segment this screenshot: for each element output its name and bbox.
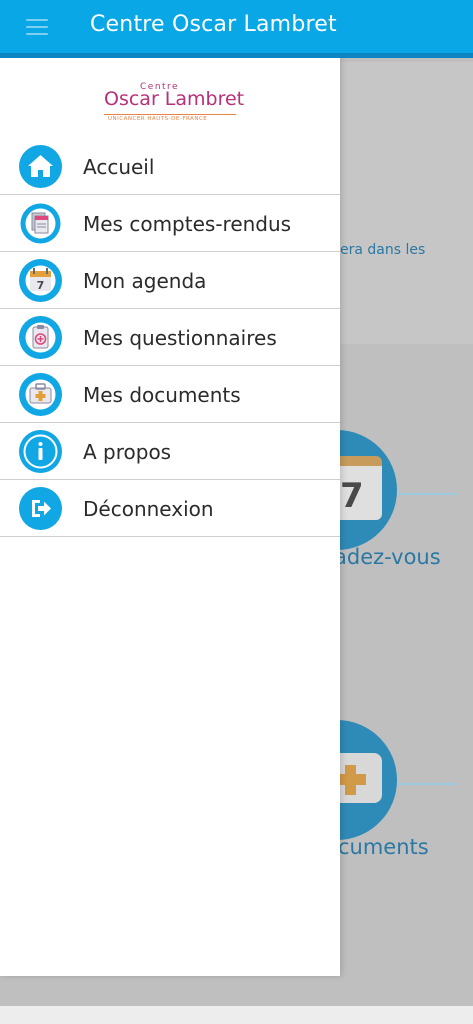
menu-item-label: Mes documents: [83, 383, 241, 407]
menu-item-label: Mes questionnaires: [83, 326, 277, 350]
logo-main-text: Oscar Lambret: [104, 88, 245, 110]
menu-item-label: Mes comptes-rendus: [83, 212, 292, 236]
background-documents-label: cuments: [338, 835, 429, 859]
menu-item-documents[interactable]: Mes documents: [0, 366, 340, 423]
calendar-icon: 7: [19, 259, 62, 302]
background-calendar-day: 7: [340, 476, 364, 516]
logout-icon: [19, 487, 62, 530]
calendar-day: 7: [37, 279, 45, 292]
menu-item-label: A propos: [83, 440, 172, 464]
system-navigation-bar: [0, 1006, 473, 1024]
background-text: era dans les: [340, 242, 426, 258]
menu-item-a-propos[interactable]: A propos: [0, 423, 340, 480]
menu-item-comptes-rendus[interactable]: Mes comptes-rendus: [0, 195, 340, 252]
questionnaire-icon: [19, 316, 62, 359]
app-bar: Centre Oscar Lambret: [0, 0, 473, 53]
home-icon: [19, 145, 62, 188]
background-divider: [397, 783, 457, 785]
documents-icon: [19, 373, 62, 416]
menu-item-accueil[interactable]: Accueil: [0, 138, 340, 195]
menu-item-label: Déconnexion: [83, 497, 214, 521]
app-bar-strip: [0, 53, 473, 58]
app-title: Centre Oscar Lambret: [90, 12, 337, 37]
logo-sub-text: UNICANCER HAUTS-DE-FRANCE: [108, 116, 208, 122]
reports-icon: [19, 202, 62, 245]
drawer-menu: Accueil Mes comptes-rendus 7 Mon agenda …: [0, 138, 340, 537]
menu-icon[interactable]: [26, 19, 48, 35]
logo: Centre Oscar Lambret UNICANCER HAUTS-DE-…: [100, 82, 244, 128]
menu-item-questionnaires[interactable]: Mes questionnaires: [0, 309, 340, 366]
menu-item-deconnexion[interactable]: Déconnexion: [0, 480, 340, 537]
menu-item-label: Mon agenda: [83, 269, 207, 293]
menu-item-label: Accueil: [83, 155, 155, 179]
info-icon: [19, 430, 62, 473]
background-appointments-label: adez-vous: [334, 545, 441, 569]
menu-item-agenda[interactable]: 7 Mon agenda: [0, 252, 340, 309]
navigation-drawer: Centre Oscar Lambret UNICANCER HAUTS-DE-…: [0, 58, 340, 976]
background-divider: [397, 493, 457, 495]
